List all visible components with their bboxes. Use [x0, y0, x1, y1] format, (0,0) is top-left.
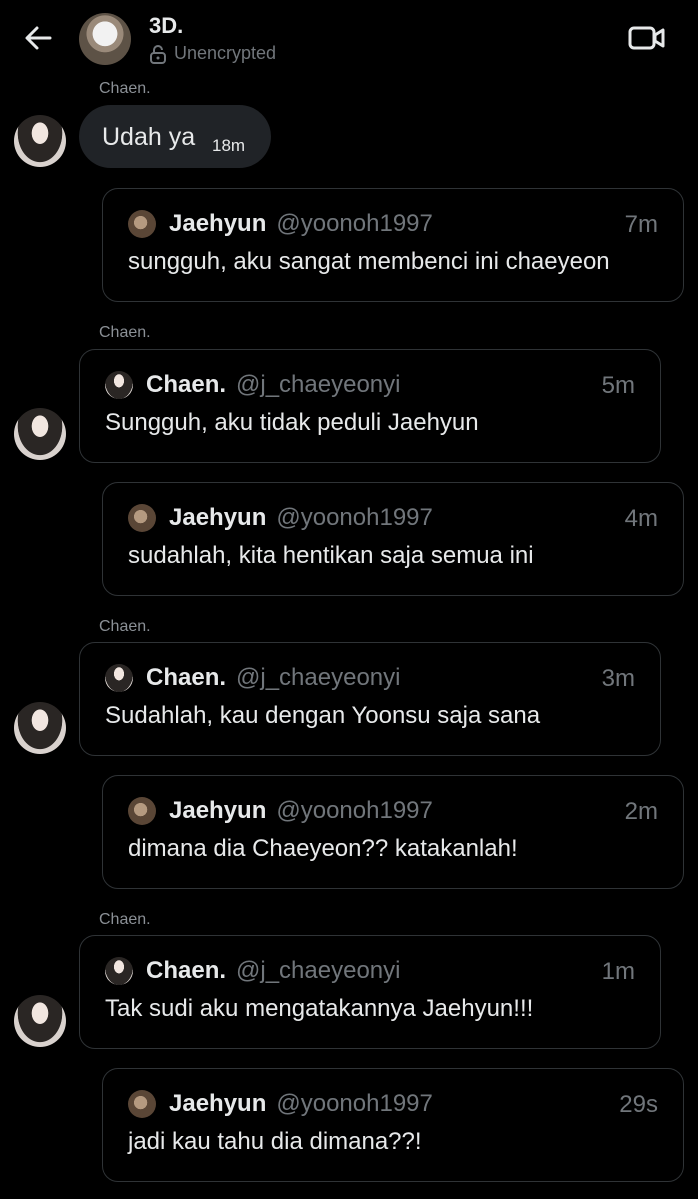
quoted-post-card[interactable]: Jaehyun @yoonoh1997 29s jadi kau tahu di…: [102, 1068, 684, 1182]
author-handle: @j_chaeyeonyi: [236, 957, 401, 984]
sender-name: Chaen.: [99, 618, 151, 635]
post-header: Chaen. @j_chaeyeonyi: [105, 957, 400, 985]
post-text: sudahlah, kita hentikan saja semua ini: [128, 542, 534, 569]
post-time: 4m: [624, 505, 658, 532]
post-time: 29s: [619, 1091, 658, 1118]
chat-title[interactable]: 3D.: [149, 13, 183, 39]
author-avatar: [128, 210, 156, 238]
quoted-post-card[interactable]: Chaen. @j_chaeyeonyi 5m Sungguh, aku tid…: [79, 349, 661, 463]
message-bubble[interactable]: Udah ya 18m: [79, 105, 271, 168]
post-text: sungguh, aku sangat membenci ini chaeyeo…: [128, 248, 610, 275]
author-handle: @yoonoh1997: [276, 504, 433, 531]
author-handle: @j_chaeyeonyi: [236, 371, 401, 398]
post-text: Tak sudi aku mengatakannya Jaehyun!!!: [105, 995, 534, 1022]
author-name: Jaehyun: [169, 504, 267, 531]
quoted-post-card[interactable]: Jaehyun @yoonoh1997 7m sungguh, aku sang…: [102, 188, 684, 302]
post-time: 1m: [601, 958, 635, 985]
author-name: Chaen.: [146, 957, 227, 984]
post-header: Jaehyun @yoonoh1997: [128, 504, 433, 532]
post-text: Sudahlah, kau dengan Yoonsu saja sana: [105, 702, 541, 729]
sender-name: Chaen.: [99, 911, 151, 928]
post-text: Sungguh, aku tidak peduli Jaehyun: [105, 409, 479, 436]
author-handle: @j_chaeyeonyi: [236, 664, 401, 691]
quoted-post-card[interactable]: Jaehyun @yoonoh1997 4m sudahlah, kita he…: [102, 482, 684, 596]
message-time: 18m: [212, 136, 246, 155]
post-time: 2m: [624, 798, 658, 825]
encryption-status: Unencrypted: [149, 43, 276, 64]
author-avatar: [105, 371, 133, 399]
post-time: 3m: [601, 665, 635, 692]
quoted-post-card[interactable]: Jaehyun @yoonoh1997 2m dimana dia Chaeye…: [102, 775, 684, 889]
sender-avatar[interactable]: [14, 408, 66, 460]
sender-name: Chaen.: [99, 80, 151, 97]
sender-avatar[interactable]: [14, 702, 66, 754]
post-header: Jaehyun @yoonoh1997: [128, 210, 433, 238]
back-arrow-icon[interactable]: [22, 22, 54, 54]
post-text: jadi kau tahu dia dimana??!: [128, 1128, 422, 1155]
post-time: 5m: [601, 372, 635, 399]
group-avatar[interactable]: [79, 13, 131, 65]
author-name: Chaen.: [146, 371, 227, 398]
author-handle: @yoonoh1997: [276, 210, 433, 237]
post-header: Jaehyun @yoonoh1997: [128, 1090, 433, 1118]
post-time: 7m: [624, 211, 658, 238]
author-avatar: [128, 1090, 156, 1118]
quoted-post-card[interactable]: Chaen. @j_chaeyeonyi 1m Tak sudi aku men…: [79, 935, 661, 1049]
author-name: Jaehyun: [169, 1090, 267, 1117]
author-name: Chaen.: [146, 664, 227, 691]
quoted-post-card[interactable]: Chaen. @j_chaeyeonyi 3m Sudahlah, kau de…: [79, 642, 661, 756]
post-header: Jaehyun @yoonoh1997: [128, 797, 433, 825]
encryption-status-label: Unencrypted: [174, 43, 277, 63]
sender-avatar[interactable]: [14, 115, 66, 167]
author-avatar: [105, 957, 133, 985]
sender-name: Chaen.: [99, 324, 151, 341]
author-avatar: [105, 664, 133, 692]
author-handle: @yoonoh1997: [276, 1090, 433, 1117]
video-call-icon[interactable]: [628, 24, 666, 52]
author-handle: @yoonoh1997: [276, 797, 433, 824]
author-name: Jaehyun: [169, 210, 267, 237]
author-name: Jaehyun: [169, 797, 267, 824]
post-text: dimana dia Chaeyeon?? katakanlah!: [128, 835, 518, 862]
sender-avatar[interactable]: [14, 995, 66, 1047]
author-avatar: [128, 504, 156, 532]
post-header: Chaen. @j_chaeyeonyi: [105, 664, 400, 692]
unlocked-padlock-icon: [150, 44, 166, 64]
post-header: Chaen. @j_chaeyeonyi: [105, 371, 400, 399]
message-text: Udah ya: [102, 123, 196, 151]
author-avatar: [128, 797, 156, 825]
